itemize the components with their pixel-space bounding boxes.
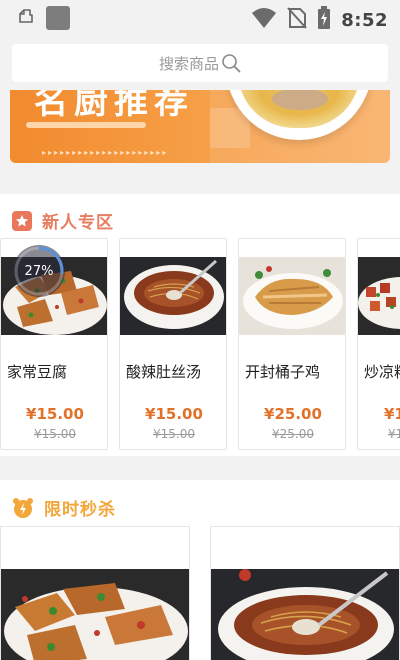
product-name: 开封桶子鸡 <box>245 363 321 381</box>
flash-sale-section: 限时秒杀 <box>0 480 400 660</box>
product-carousel[interactable]: 27% 家常豆腐 ¥15.00 ¥15.00 酸辣肚丝汤 ¥15.00 ¥15.… <box>0 238 400 450</box>
status-bar-right: 8:52 <box>251 6 388 34</box>
product-card[interactable]: 开封桶子鸡 ¥25.00 ¥25.00 <box>238 238 346 450</box>
notification-icon <box>16 6 36 30</box>
app-square-icon <box>46 6 70 30</box>
wifi-icon <box>251 7 277 33</box>
status-bar: 8:52 <box>0 0 400 36</box>
product-name: 家常豆腐 <box>7 363 68 381</box>
banner-dots: ▸▸▸▸▸▸▸▸▸▸▸▸▸▸▸▸▸▸▸▸▸ <box>42 148 169 157</box>
alarm-clock-icon <box>12 497 34 519</box>
product-card[interactable]: 炒凉粉 ¥1 ¥1 <box>357 238 400 450</box>
product-price: ¥15.00 <box>145 405 203 423</box>
new-user-title: 新人专区 <box>42 213 114 233</box>
star-badge-icon <box>12 210 32 231</box>
flash-sale-header: 限时秒杀 <box>12 495 116 520</box>
banner-title: 名厨推荐 <box>34 90 194 122</box>
stock-progress-badge: 27% <box>13 245 65 297</box>
product-original-price: ¥25.00 <box>272 427 314 441</box>
banner-bar <box>26 122 146 128</box>
product-price: ¥15.00 <box>26 405 84 423</box>
product-image-chicken <box>239 257 345 335</box>
flash-product-image-tofu <box>1 569 189 660</box>
product-card[interactable]: 酸辣肚丝汤 ¥15.00 ¥15.00 <box>119 238 227 450</box>
new-user-section: 新人专区 27% 家常豆腐 ¥15.00 ¥15.00 酸辣肚丝汤 ¥15.00… <box>0 194 400 456</box>
battery-charging-icon <box>317 6 331 34</box>
new-user-header: 新人专区 <box>12 208 114 233</box>
product-price: ¥25.00 <box>264 405 322 423</box>
product-card[interactable]: 27% 家常豆腐 ¥15.00 ¥15.00 <box>0 238 108 450</box>
flash-product-card[interactable] <box>210 526 400 660</box>
flash-product-card[interactable] <box>0 526 190 660</box>
clock-time: 8:52 <box>341 9 388 31</box>
search-input[interactable]: 搜索商品 <box>12 44 388 82</box>
no-sim-icon <box>287 7 307 33</box>
product-price: ¥1 <box>384 405 400 423</box>
progress-percent: 27% <box>24 263 54 279</box>
flash-sale-title: 限时秒杀 <box>44 500 116 520</box>
flash-product-image-tripe-soup <box>211 569 399 660</box>
product-original-price: ¥1 <box>388 427 400 441</box>
promo-banner[interactable]: 名厨推荐 ▸▸▸▸▸▸▸▸▸▸▸▸▸▸▸▸▸▸▸▸▸ <box>10 90 390 163</box>
product-image-liangfen <box>358 257 400 335</box>
status-bar-left <box>16 6 70 30</box>
product-name: 炒凉粉 <box>364 363 400 381</box>
banner-area: 名厨推荐 ▸▸▸▸▸▸▸▸▸▸▸▸▸▸▸▸▸▸▸▸▸ <box>0 90 400 176</box>
product-original-price: ¥15.00 <box>153 427 195 441</box>
product-image-tripe-soup <box>120 257 226 335</box>
search-bar: 搜索商品 <box>0 36 400 90</box>
search-placeholder: 搜索商品 <box>158 54 219 73</box>
product-original-price: ¥15.00 <box>34 427 76 441</box>
search-icon[interactable] <box>221 53 241 73</box>
product-name: 酸辣肚丝汤 <box>126 363 202 381</box>
